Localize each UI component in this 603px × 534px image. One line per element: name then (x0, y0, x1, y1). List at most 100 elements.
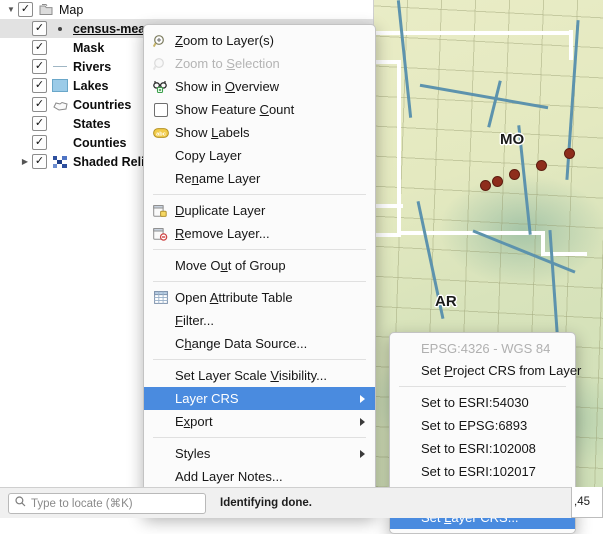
menu-item: Zoom to Selection (144, 52, 375, 75)
menu-item[interactable]: Zoom to Layer(s) (144, 29, 375, 52)
crs-menu-item[interactable]: Set to ESRI:102008 (390, 437, 575, 460)
layer-visibility-checkbox[interactable]: ✓ (32, 154, 47, 169)
menu-item[interactable]: Show in Overview (144, 75, 375, 98)
submenu-arrow-icon (360, 394, 365, 403)
layer-symbol (51, 41, 69, 55)
state-boundary-line (373, 204, 403, 208)
map-point-marker[interactable] (480, 180, 491, 191)
menu-item[interactable]: Rename Layer (144, 167, 375, 190)
crs-menu-item[interactable]: Set to ESRI:54030 (390, 391, 575, 414)
status-bar: Type to locate (⌘K) Identifying done. (0, 487, 603, 518)
menu-item-label: Export (175, 414, 213, 429)
line-symbol-icon (53, 66, 67, 67)
menu-item-label: Show Feature Count (175, 102, 295, 117)
chevron-down-icon[interactable]: ▼ (4, 5, 18, 14)
chevron-right-icon[interactable]: ▶ (18, 157, 32, 166)
crs-menu-item[interactable]: Set to ESRI:102017 (390, 460, 575, 483)
layer-symbol (51, 155, 69, 169)
menu-item[interactable]: Export (144, 410, 375, 433)
layer-label: Mask (73, 40, 105, 55)
menu-item-label: Set Layer Scale Visibility... (175, 368, 327, 383)
layer-visibility-checkbox[interactable]: ✓ (32, 135, 47, 150)
layer-group-label: Map (59, 2, 84, 17)
crs-menu-item[interactable]: Set to EPSG:6893 (390, 414, 575, 437)
no-symbol-icon (53, 137, 67, 148)
menu-separator (153, 281, 366, 282)
menu-item-label: Change Data Source... (175, 336, 308, 351)
state-boundary-line (373, 233, 401, 237)
layer-visibility-checkbox[interactable]: ✓ (32, 97, 47, 112)
polygon-outline-symbol-icon (52, 100, 68, 111)
menu-item-label: Remove Layer... (175, 226, 270, 241)
coordinate-value: ,45 (574, 496, 590, 508)
menu-separator (153, 194, 366, 195)
menu-item[interactable]: Styles (144, 442, 375, 465)
menu-item[interactable]: Open Attribute Table (144, 286, 375, 309)
map-state-label: MO (500, 131, 525, 148)
menu-item[interactable]: Remove Layer... (144, 222, 375, 245)
overview-glasses-icon (152, 79, 169, 94)
menu-item-label: Duplicate Layer (175, 203, 266, 218)
crs-menu-item-label: Set to ESRI:102008 (421, 441, 536, 456)
menu-item-label: Add Layer Notes... (175, 469, 283, 484)
layer-symbol (51, 117, 69, 131)
menu-item[interactable]: Show Feature Count (144, 98, 375, 121)
duplicate-layer-icon (152, 203, 169, 218)
layer-context-menu[interactable]: Zoom to Layer(s) Zoom to Selection Show in… (143, 24, 376, 516)
coordinate-display[interactable]: ,45 (571, 487, 603, 518)
menu-item[interactable]: Layer CRS (144, 387, 375, 410)
menu-separator (153, 437, 366, 438)
menu-separator (153, 359, 366, 360)
status-message: Identifying done. (220, 497, 312, 509)
crs-menu-item[interactable]: Set Project CRS from Layer (390, 359, 581, 382)
menu-item[interactable]: Duplicate Layer (144, 199, 375, 222)
state-boundary-line (397, 60, 401, 235)
layer-symbol (51, 136, 69, 150)
menu-item-label: Styles (175, 446, 211, 461)
layer-visibility-checkbox[interactable]: ✓ (32, 116, 47, 131)
menu-item[interactable]: Move Out of Group (144, 254, 375, 277)
labels-abc-icon: abc (152, 125, 169, 140)
menu-item-label: Zoom to Selection (175, 56, 280, 71)
map-state-label: AR (435, 293, 457, 310)
remove-layer-icon (152, 226, 169, 241)
menu-item-label: Zoom to Layer(s) (175, 33, 274, 48)
menu-item[interactable]: Change Data Source... (144, 332, 375, 355)
map-point-marker[interactable] (536, 160, 547, 171)
menu-item[interactable]: Add Layer Notes... (144, 465, 375, 488)
group-folder-icon (37, 3, 55, 17)
layer-symbol (51, 79, 69, 93)
zoom-in-magnifier-icon (152, 33, 169, 48)
menu-item-label: Copy Layer (175, 148, 242, 163)
menu-item[interactable]: Filter... (144, 309, 375, 332)
layer-visibility-checkbox[interactable]: ✓ (32, 21, 47, 36)
menu-item[interactable]: Set Layer Scale Visibility... (144, 364, 375, 387)
crs-submenu-header: EPSG:4326 - WGS 84 (421, 340, 551, 356)
crs-menu-item-label: Set to EPSG:6893 (421, 418, 528, 433)
submenu-arrow-icon (360, 417, 365, 426)
layer-group-map[interactable]: ▼ ✓ Map (0, 0, 373, 19)
crs-menu-item-label: Set to ESRI:54030 (421, 395, 529, 410)
layer-label: States (73, 116, 111, 131)
menu-item-label: Rename Layer (175, 171, 261, 186)
layer-visibility-checkbox[interactable]: ✓ (32, 59, 47, 74)
no-symbol-icon (53, 42, 67, 53)
state-boundary-line (569, 30, 573, 60)
map-point-marker[interactable] (564, 148, 575, 159)
map-point-marker[interactable] (509, 169, 520, 180)
layer-visibility-checkbox[interactable]: ✓ (32, 78, 47, 93)
submenu-arrow-icon (360, 449, 365, 458)
layer-visibility-checkbox[interactable]: ✓ (32, 40, 47, 55)
raster-symbol-icon (53, 155, 67, 168)
layer-label: Countries (73, 97, 132, 112)
map-point-marker[interactable] (492, 176, 503, 187)
layer-group-checkbox[interactable]: ✓ (18, 2, 33, 17)
attribute-table-icon (152, 290, 169, 305)
search-icon (15, 494, 26, 512)
locator-search-box[interactable]: Type to locate (⌘K) (8, 492, 206, 514)
crs-menu-item-label: Set Project CRS from Layer (421, 363, 582, 378)
menu-separator (399, 386, 566, 387)
menu-item[interactable]: Copy Layer (144, 144, 375, 167)
menu-item[interactable]: abc Show Labels (144, 121, 375, 144)
menu-separator (153, 249, 366, 250)
